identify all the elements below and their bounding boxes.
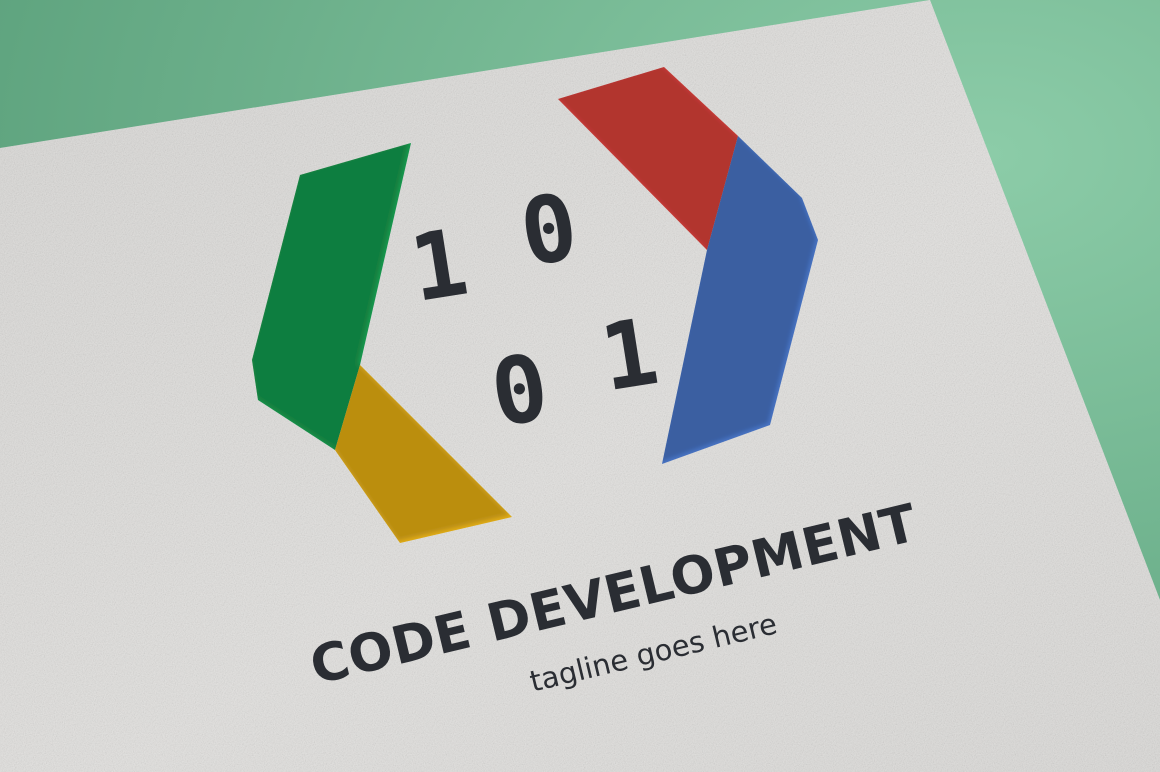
paper-card xyxy=(0,0,1160,772)
mockup-scene: 1 0 0 1 CODE DEVELOPMENT tagline goes he… xyxy=(0,0,1160,772)
